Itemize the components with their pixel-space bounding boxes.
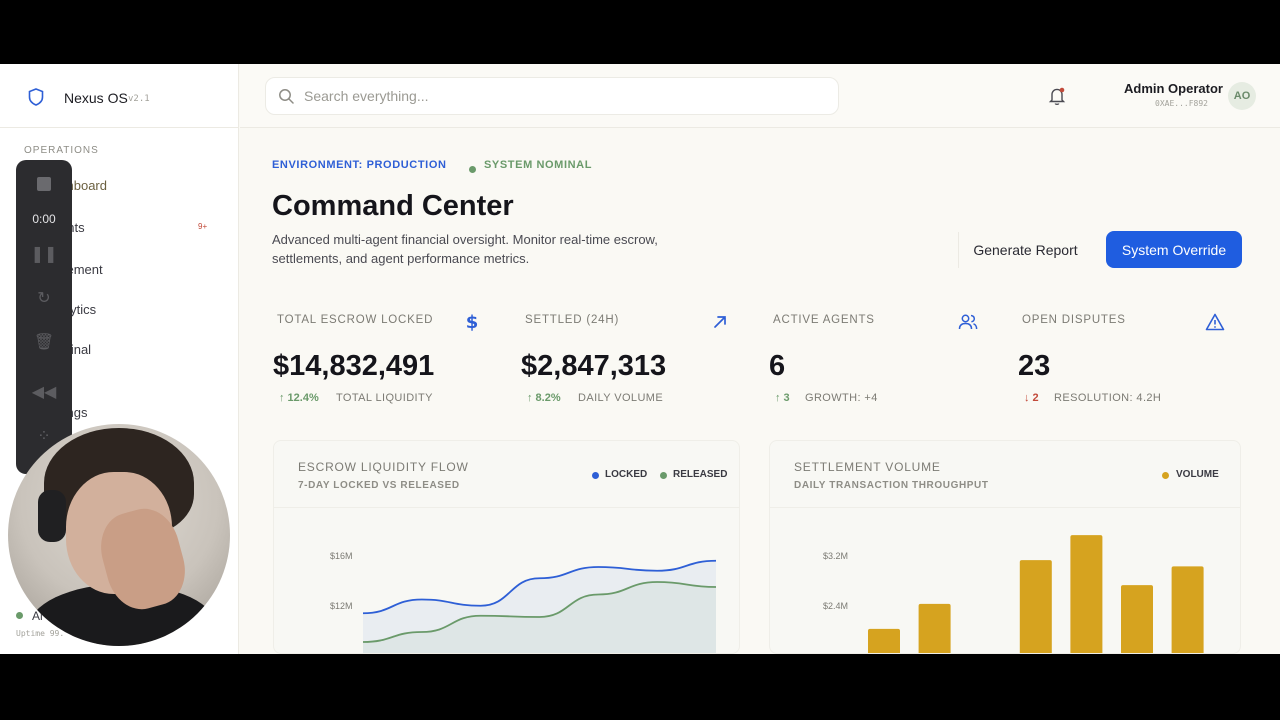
brand: Nexus OS v2.1 — [0, 64, 239, 128]
svg-text:$: $ — [466, 312, 479, 332]
search-bar[interactable] — [265, 77, 839, 115]
user-wallet-id: 0XAE...F892 — [1155, 99, 1208, 108]
dollar-icon: $ — [456, 308, 488, 336]
pause-icon[interactable]: ❚❚ — [16, 244, 72, 263]
stat-meta: GROWTH: +4 — [805, 392, 878, 404]
arrow-up-right-icon — [704, 308, 736, 336]
volume-bar[interactable] — [1171, 566, 1204, 654]
stat-meta: RESOLUTION: 4.2H — [1054, 392, 1162, 404]
stat-label: TOTAL ESCROW LOCKED — [277, 314, 434, 326]
video-letterbox-top — [0, 0, 1280, 64]
shield-icon — [28, 88, 44, 106]
stat-card-disputes: OPEN DISPUTES 23 ↓ 2 RESOLUTION: 4.2H — [1018, 300, 1240, 412]
notification-badge: 9+ — [198, 222, 208, 231]
volume-bar[interactable] — [868, 628, 900, 654]
stat-label: SETTLED (24H) — [525, 314, 620, 326]
stat-meta: DAILY VOLUME — [578, 392, 664, 404]
brand-version: v2.1 — [128, 94, 150, 104]
search-input[interactable] — [304, 78, 824, 114]
app-window: Nexus OS v2.1 OPERATIONS shboard ents 9+… — [0, 64, 1280, 654]
volume-bar[interactable] — [1121, 585, 1153, 654]
stat-value: 23 — [1018, 350, 1051, 382]
trash-icon[interactable]: 🗑 — [16, 332, 72, 351]
escrow-liquidity-card: ESCROW LIQUIDITY FLOW 7-DAY LOCKED VS RE… — [273, 440, 740, 654]
stat-value: $2,847,313 — [521, 350, 667, 382]
stat-label: ACTIVE AGENTS — [773, 314, 875, 326]
rewind-icon[interactable]: ◀◀ — [16, 382, 72, 401]
page-subtitle: Advanced multi-agent financial oversight… — [272, 232, 658, 266]
nav-section-label: OPERATIONS — [24, 145, 99, 156]
brand-name: Nexus OS — [64, 90, 128, 106]
stat-card-agents: ACTIVE AGENTS 6 ↑ 3 GROWTH: +4 — [769, 300, 991, 412]
screen-recorder-toolbar: 0:00 ❚❚ ↻ 🗑 ◀◀ ⁘ — [16, 160, 72, 474]
status-dot — [16, 612, 23, 619]
stat-label: OPEN DISPUTES — [1022, 314, 1126, 326]
generate-report-button[interactable]: Generate Report — [958, 232, 1092, 268]
topbar: Admin Operator 0XAE...F892 AO — [240, 64, 1280, 128]
alert-triangle-icon — [1199, 308, 1231, 336]
search-icon — [279, 89, 294, 104]
system-status-badge: SYSTEM NOMINAL — [484, 159, 593, 171]
volume-bar[interactable] — [918, 603, 951, 654]
recording-timer: 0:00 — [32, 212, 56, 226]
system-status-dot — [469, 166, 476, 173]
page-title: Command Center — [272, 190, 514, 222]
environment-badge: ENVIRONMENT: PRODUCTION — [272, 159, 447, 171]
headset-icon — [38, 490, 66, 542]
webcam-bubble[interactable] — [8, 424, 230, 646]
avatar[interactable]: AO — [1228, 82, 1256, 110]
stat-card-settled: SETTLED (24H) $2,847,313 ↑ 8.2% DAILY VO… — [521, 300, 743, 412]
users-icon — [952, 308, 984, 336]
liquidity-line-chart — [362, 559, 717, 653]
stat-card-escrow: TOTAL ESCROW LOCKED $ $14,832,491 ↑ 12.4… — [273, 300, 495, 412]
volume-bar[interactable] — [1070, 535, 1103, 654]
user-name: Admin Operator — [1124, 81, 1223, 96]
stat-delta: ↑ 3 — [775, 392, 790, 404]
volume-bar[interactable] — [1019, 560, 1052, 654]
stat-value: 6 — [769, 350, 786, 382]
stat-delta: ↓ 2 — [1024, 392, 1039, 404]
stat-delta: ↑ 8.2% — [527, 392, 561, 404]
system-override-button[interactable]: System Override — [1106, 231, 1242, 268]
settlement-bar-chart — [868, 535, 1204, 654]
stat-meta: TOTAL LIQUIDITY — [336, 392, 433, 404]
stat-delta: ↑ 12.4% — [279, 392, 319, 404]
bell-icon[interactable] — [1048, 86, 1066, 106]
video-letterbox-bottom — [0, 654, 1280, 720]
settlement-volume-card: SETTLEMENT VOLUME DAILY TRANSACTION THRO… — [769, 440, 1241, 654]
stat-value: $14,832,491 — [273, 350, 435, 382]
restart-icon[interactable]: ↻ — [16, 288, 72, 307]
stop-recording-icon[interactable] — [34, 174, 54, 194]
